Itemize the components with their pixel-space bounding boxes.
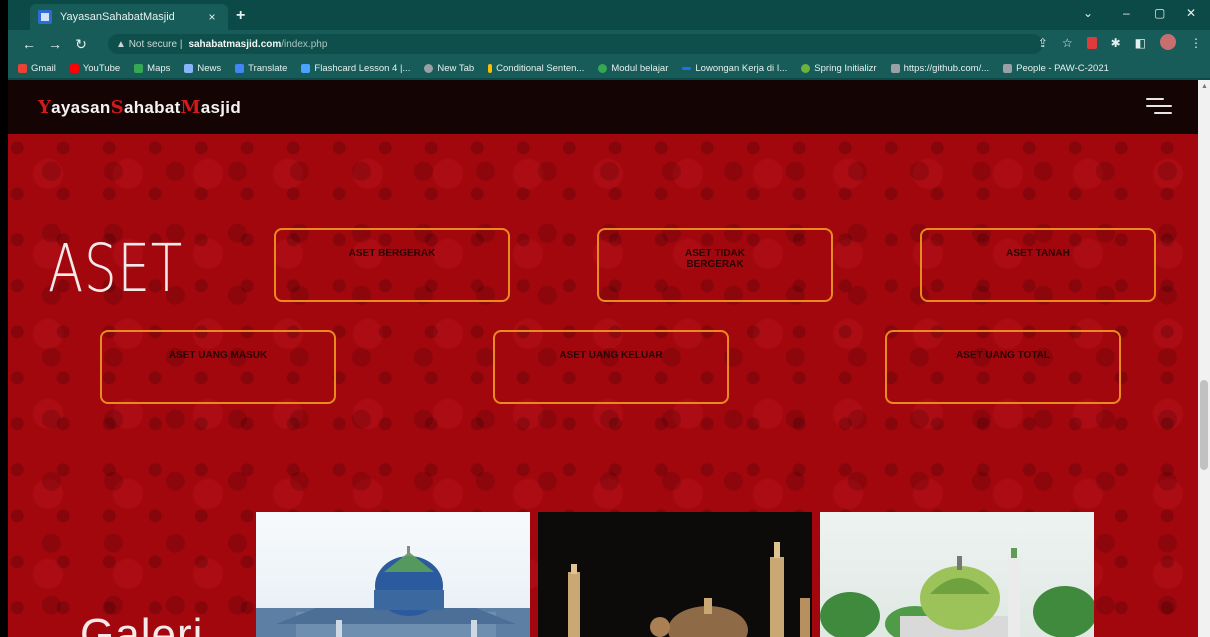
page-scrollbar[interactable]: ▲ — [1198, 80, 1210, 637]
card-aset-bergerak[interactable]: ASET BERGERAK — [274, 228, 510, 302]
bookmark-star-icon[interactable]: ☆ — [1062, 36, 1073, 50]
bookmark-item[interactable]: Spring Initializr — [801, 63, 877, 74]
card-aset-tanah[interactable]: ASET TANAH — [920, 228, 1156, 302]
close-window-button[interactable]: ✕ — [1186, 6, 1196, 20]
card-label: ASET TANAH — [1006, 248, 1070, 259]
menu-kebab-icon[interactable]: ⋮ — [1190, 36, 1202, 50]
gallery-title: Galeri — [80, 610, 204, 637]
scrollbar-thumb[interactable] — [1200, 380, 1208, 470]
youtube-icon — [69, 63, 79, 73]
card-aset-uang-total[interactable]: ASET UANG TOTAL — [885, 330, 1121, 404]
gallery-image-mosque-night[interactable] — [538, 512, 812, 637]
bookmark-item[interactable]: Maps — [134, 63, 170, 74]
browser-toolbar: ← → ↻ ▲ Not secure | sahabatmasjid.com /… — [8, 30, 1210, 58]
spring-icon — [801, 63, 811, 73]
site-brand[interactable]: YayasanSahabatMasjid — [38, 97, 241, 118]
translate-icon — [235, 63, 245, 73]
bookmark-icon — [598, 63, 608, 73]
new-tab-button[interactable]: + — [236, 7, 245, 25]
extensions-puzzle-icon[interactable]: ✱ — [1111, 36, 1121, 50]
card-label: ASET BERGERAK — [348, 248, 436, 259]
url-path: /index.php — [281, 38, 328, 50]
bookmark-icon — [682, 66, 692, 70]
page-viewport: YayasanSahabatMasjid ASET ASET BERGERAK … — [8, 80, 1198, 637]
gmail-icon — [18, 63, 27, 73]
card-aset-tidak-bergerak[interactable]: ASET TIDAK BERGERAK — [597, 228, 833, 302]
news-icon — [184, 63, 194, 73]
card-aset-uang-masuk[interactable]: ASET UANG MASUK — [100, 330, 336, 404]
toolbar-icons: ⇪ ☆ ✱ ◧ ⋮ — [1038, 34, 1202, 50]
tab-search-icon[interactable]: ⌄ — [1083, 6, 1093, 20]
card-label: ASET UANG KELUAR — [559, 350, 663, 361]
bookmark-item[interactable]: News — [184, 63, 221, 74]
maps-icon — [134, 63, 144, 73]
bookmark-item[interactable]: Modul belajar — [598, 63, 668, 74]
flashcard-icon — [301, 63, 311, 73]
maximize-button[interactable]: ▢ — [1154, 6, 1165, 20]
address-bar[interactable]: ▲ Not secure | sahabatmasjid.com /index.… — [108, 34, 1043, 54]
close-tab-icon[interactable]: × — [204, 10, 220, 24]
site-navbar: YayasanSahabatMasjid — [8, 80, 1198, 134]
bookmark-item[interactable]: Flashcard Lesson 4 |... — [301, 63, 410, 74]
bookmark-item[interactable]: New Tab — [424, 63, 474, 74]
hamburger-menu-icon[interactable] — [1146, 98, 1172, 116]
bookmark-item[interactable]: Translate — [235, 63, 287, 74]
reload-icon[interactable]: ↻ — [68, 36, 94, 53]
bookmark-item[interactable]: People - PAW-C-2021 — [1003, 63, 1109, 74]
forward-arrow-icon[interactable]: → — [42, 36, 68, 52]
bookmark-item[interactable]: Conditional Senten... — [488, 63, 584, 74]
globe-icon — [424, 63, 434, 73]
site-favicon-icon — [38, 10, 52, 24]
tab-title: YayasanSahabatMasjid — [60, 11, 175, 23]
bookmark-item[interactable]: Lowongan Kerja di I... — [682, 63, 787, 74]
bookmark-item[interactable]: YouTube — [69, 63, 120, 74]
minimize-button[interactable]: – — [1123, 6, 1130, 20]
section-title: ASET — [48, 230, 183, 307]
browser-tab[interactable]: YayasanSahabatMasjid × — [30, 4, 228, 30]
gallery-image-mosque-blue-dome[interactable] — [256, 512, 530, 637]
github-icon — [890, 63, 900, 73]
tab-strip: YayasanSahabatMasjid × + ⌄ – ▢ ✕ — [8, 0, 1210, 30]
card-label: ASET UANG TOTAL — [955, 350, 1051, 361]
card-label: ASET TIDAK BERGERAK — [685, 248, 745, 270]
url-host: sahabatmasjid.com — [188, 38, 282, 50]
share-icon[interactable]: ⇪ — [1038, 36, 1048, 50]
gallery-image-mosque-green-dome[interactable] — [820, 512, 1094, 637]
warning-icon: ▲ — [116, 38, 129, 50]
people-icon — [1003, 63, 1013, 73]
bookmark-item[interactable]: Gmail — [18, 63, 56, 74]
scroll-up-arrow-icon[interactable]: ▲ — [1201, 83, 1208, 90]
bookmark-icon — [488, 63, 493, 73]
bookmarks-bar: Gmail YouTube Maps News Translate Flashc… — [8, 58, 1210, 78]
card-aset-uang-keluar[interactable]: ASET UANG KELUAR — [493, 330, 729, 404]
not-secure-indicator[interactable]: ▲ Not secure | — [116, 39, 182, 50]
bookmark-item[interactable]: https://github.com/... — [890, 63, 989, 74]
profile-avatar-icon[interactable] — [1160, 34, 1176, 50]
back-arrow-icon[interactable]: ← — [16, 36, 42, 52]
extension-icon[interactable] — [1086, 37, 1097, 49]
card-label: ASET UANG MASUK — [168, 350, 268, 361]
sidebar-icon[interactable]: ◧ — [1135, 36, 1146, 50]
